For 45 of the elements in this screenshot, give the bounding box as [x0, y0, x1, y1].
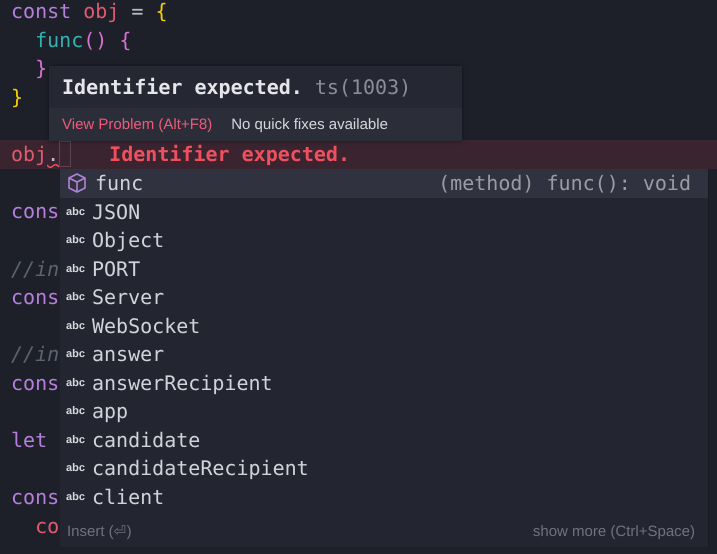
- code-line: func() {: [34, 28, 132, 51]
- code-line: cons: [11, 200, 60, 222]
- cube-icon: [68, 173, 86, 194]
- code-line: //in: [11, 343, 60, 366]
- show-more-hint: show more (Ctrl+Space): [532, 522, 695, 540]
- text-icon: abc: [66, 320, 85, 332]
- text-icon: abc: [66, 291, 85, 304]
- text-icon: abc: [66, 234, 85, 246]
- text-icon: abc: [66, 434, 85, 446]
- suggestion-item[interactable]: abc WebSocket: [60, 312, 708, 340]
- suggestion-item[interactable]: abc answer: [60, 340, 708, 368]
- code-line: cons: [11, 486, 60, 508]
- suggestion-item[interactable]: abc client: [60, 482, 708, 511]
- hover-message: Identifier expected. ts(1003): [61, 74, 412, 101]
- code-line: cons: [11, 286, 60, 308]
- text-icon: abc: [66, 405, 85, 418]
- code-line: cons: [11, 372, 60, 394]
- text-icon: abc: [66, 376, 85, 389]
- text-icon: abc: [66, 206, 85, 218]
- insert-hint: Insert (⏎): [67, 522, 132, 540]
- inline-error-message: Identifier expected.: [109, 140, 350, 168]
- suggestion-item[interactable]: abc app: [60, 397, 708, 426]
- view-problem-link[interactable]: View Problem (Alt+F8): [62, 116, 212, 133]
- suggestion-item[interactable]: abc candidate: [60, 426, 708, 454]
- suggestion-item[interactable]: abc candidateRecipient: [60, 454, 708, 482]
- text-icon: abc: [66, 348, 85, 360]
- code-line: obj.: [11, 143, 60, 166]
- text-icon: abc: [66, 490, 85, 503]
- code-line: let: [11, 429, 48, 452]
- suggestion-item[interactable]: abc JSON: [60, 198, 708, 226]
- code-line: }: [34, 57, 48, 80]
- code-line: co: [34, 514, 60, 537]
- suggestion-item[interactable]: abc answerRecipient: [60, 368, 708, 397]
- text-icon: abc: [66, 462, 85, 474]
- code-line: const obj = {: [11, 0, 168, 22]
- code-line: //in: [11, 258, 60, 280]
- suggestion-item[interactable]: abc Server: [60, 283, 708, 312]
- code-line: }: [11, 86, 24, 108]
- error-squiggle: [47, 164, 59, 169]
- suggestion-item[interactable]: abc PORT: [60, 254, 708, 283]
- cursor-highlight: [59, 141, 72, 168]
- suggestion-item[interactable]: func (method) func(): void: [60, 169, 708, 198]
- suggestion-item[interactable]: abc Object: [60, 226, 708, 254]
- text-icon: abc: [66, 262, 85, 275]
- quick-fix-note: No quick fixes available: [231, 116, 388, 133]
